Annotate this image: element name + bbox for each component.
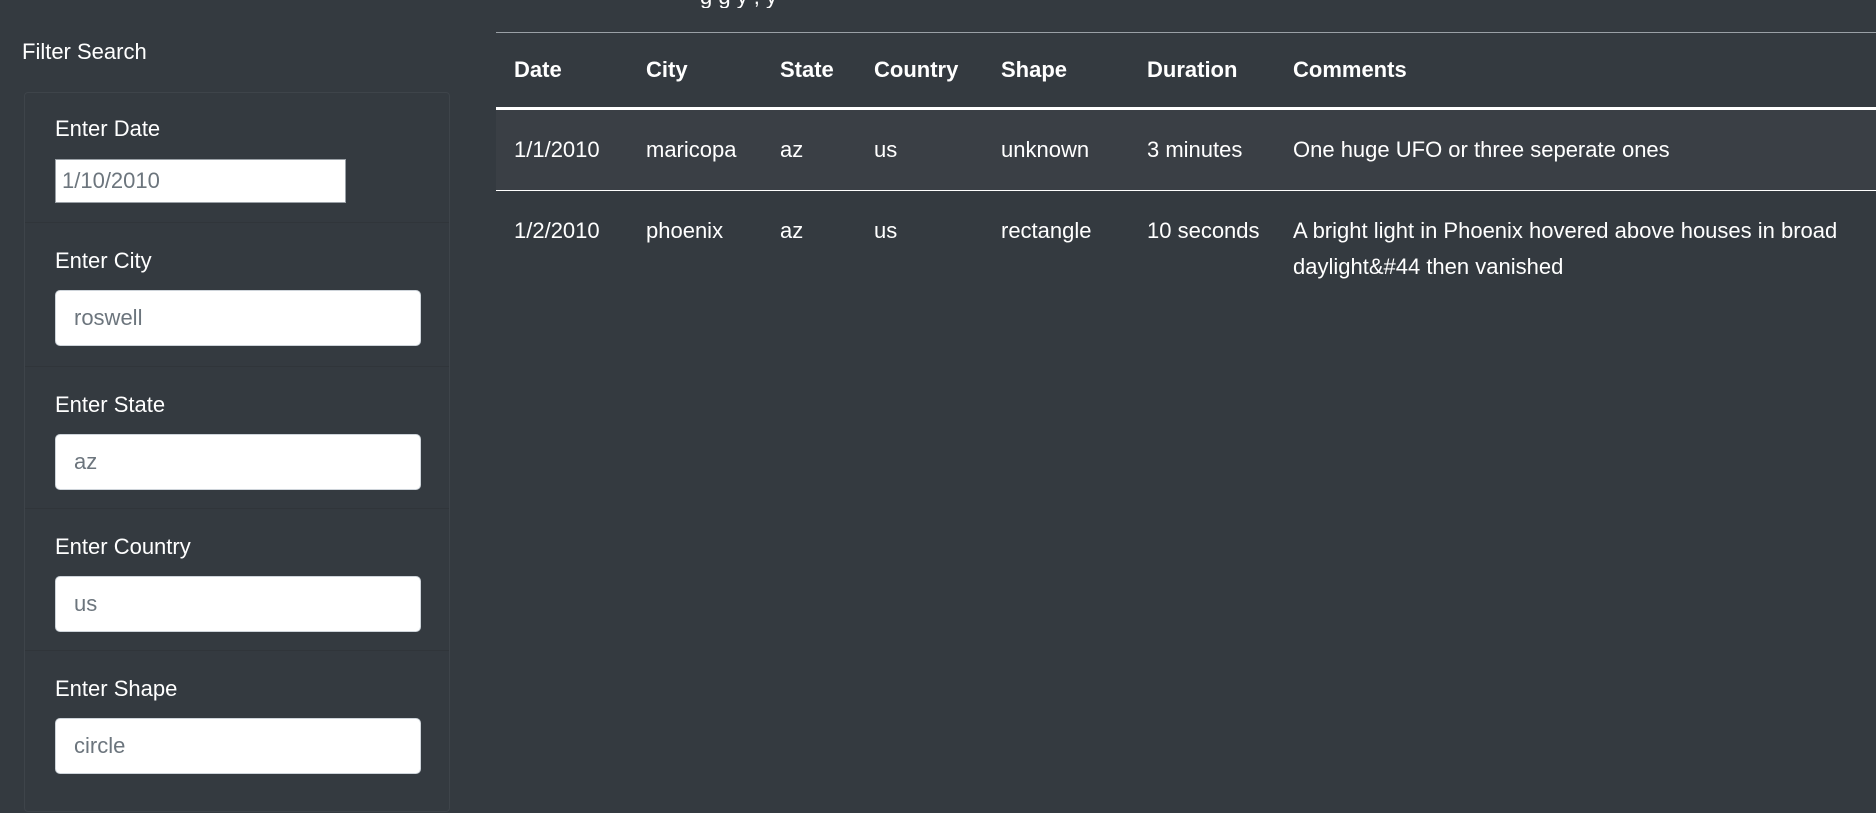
shape-label: Enter Shape <box>55 676 178 701</box>
ufo-table-container: Date City State Country Shape Duration C… <box>496 32 1876 307</box>
table-body: 1/1/2010 maricopa az us unknown 3 minute… <box>496 108 1876 308</box>
cell-city: phoenix <box>646 218 724 243</box>
table-row: 1/1/2010 maricopa az us unknown 3 minute… <box>496 108 1876 191</box>
header-country: Country <box>856 32 983 110</box>
date-input[interactable] <box>55 159 346 203</box>
cell-date: 1/1/2010 <box>496 108 628 191</box>
cell-date: 1/2/2010 <box>514 218 600 243</box>
country-input[interactable] <box>55 576 421 632</box>
page-heading-clipped: g g y , y <box>700 0 777 8</box>
filter-group-country: Enter Country <box>25 509 449 651</box>
cell-shape: unknown <box>983 108 1129 191</box>
filter-group-state: Enter State <box>25 367 449 509</box>
country-label: Enter Country <box>55 534 191 559</box>
cell-comments: One huge UFO or three seperate ones <box>1275 108 1876 191</box>
filter-group-date: Enter Date <box>25 93 449 223</box>
filter-search-title: Filter Search <box>22 39 147 64</box>
filter-group-shape: Enter Shape <box>25 651 449 813</box>
filter-group-city: Enter City <box>25 223 449 367</box>
city-label: Enter City <box>55 248 152 273</box>
table-row: 1/2/2010 phoenix az us rectangle 10 seco… <box>496 191 1876 308</box>
header-comments: Comments <box>1275 32 1876 110</box>
header-duration: Duration <box>1129 32 1275 110</box>
cell-country: us <box>874 218 898 243</box>
date-label: Enter Date <box>55 116 161 141</box>
city-input[interactable] <box>55 290 421 346</box>
cell-state: az <box>780 218 804 243</box>
cell-duration: 10 seconds <box>1147 218 1260 243</box>
cell-comments: A bright light in Phoenix hovered above … <box>1293 218 1838 279</box>
cell-city: maricopa <box>628 108 762 191</box>
filter-card: Enter Date Enter City Enter State Enter … <box>24 92 450 812</box>
cell-state: az <box>762 108 856 191</box>
cell-shape: rectangle <box>1001 218 1092 243</box>
filter-sidebar: Filter Search Enter Date Enter City Ente… <box>0 0 460 812</box>
table-header-row: Date City State Country Shape Duration C… <box>496 32 1876 110</box>
shape-input[interactable] <box>55 718 421 774</box>
header-date: Date <box>496 32 628 110</box>
state-input[interactable] <box>55 434 421 490</box>
cell-duration: 3 minutes <box>1129 108 1275 191</box>
table-header: Date City State Country Shape Duration C… <box>496 32 1876 110</box>
ufo-sightings-table: Date City State Country Shape Duration C… <box>496 32 1876 307</box>
header-shape: Shape <box>983 32 1129 110</box>
header-city: City <box>628 32 762 110</box>
cell-country: us <box>856 108 983 191</box>
header-state: State <box>762 32 856 110</box>
state-label: Enter State <box>55 392 166 417</box>
